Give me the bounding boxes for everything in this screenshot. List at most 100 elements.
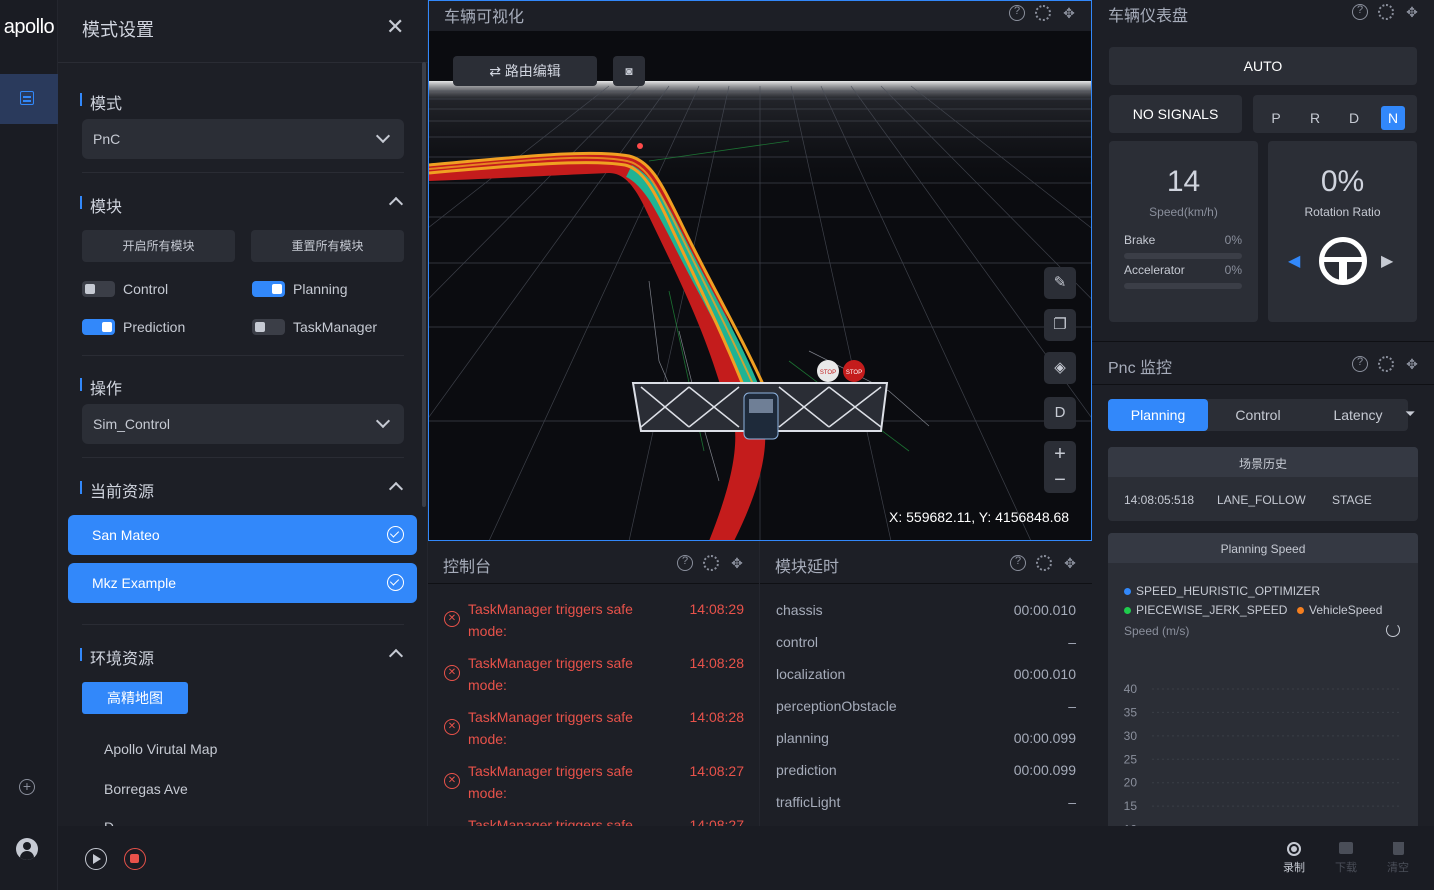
tab-latency[interactable]: Latency — [1308, 399, 1408, 431]
clear-button[interactable]: 清空 — [1384, 842, 1412, 875]
enable-all-modules-button[interactable]: 开启所有模块 — [82, 230, 235, 262]
env-item[interactable]: Apollo Virutal Map — [104, 741, 217, 757]
latency-row: trafficLight – — [776, 794, 1076, 810]
3d-scene[interactable]: STOP STOP — [429, 31, 1091, 541]
console-message-text: TaskManager triggers safe — [468, 817, 633, 826]
move-icon[interactable]: ✥ — [1404, 4, 1420, 20]
legend-dot — [1124, 588, 1131, 595]
close-icon[interactable]: ✕ — [386, 14, 404, 40]
operation-select[interactable]: Sim_Control — [82, 404, 404, 444]
view-mode-button[interactable]: D — [1044, 397, 1076, 429]
ruler-button[interactable]: ✎ — [1044, 267, 1076, 299]
resource-item-label: San Mateo — [92, 527, 160, 543]
chevron-down-icon — [375, 128, 391, 144]
chart-title: Planning Speed — [1220, 542, 1306, 556]
chevron-up-icon[interactable] — [388, 196, 404, 212]
driving-mode-badge: AUTO — [1109, 47, 1417, 85]
copy-button[interactable]: ❐ — [1044, 309, 1076, 341]
legend-item: VehicleSpeed — [1297, 603, 1382, 617]
camera-icon: ◙ — [625, 64, 633, 78]
planning-speed-card: Planning Speed SPEED_HEURISTIC_OPTIMIZER… — [1108, 533, 1418, 826]
hd-map-tab[interactable]: 高精地图 — [82, 682, 188, 714]
coordinate-readout: X: 559682.11, Y: 4156848.68 — [889, 509, 1070, 525]
legend-item: PIECEWISE_JERK_SPEED — [1124, 603, 1287, 617]
gear-icon[interactable] — [703, 555, 719, 571]
taskmanager-toggle[interactable] — [252, 319, 285, 335]
error-icon: ✕ — [444, 611, 460, 627]
stop-button[interactable] — [124, 848, 146, 870]
layers-button[interactable]: ◈ — [1044, 352, 1076, 384]
filter-icon[interactable]: ⏷ — [1405, 406, 1415, 422]
error-icon: ✕ — [444, 773, 460, 789]
control-toggle[interactable] — [82, 281, 115, 297]
scenario-history-title: 场景历史 — [1238, 457, 1287, 471]
move-icon[interactable]: ✥ — [1061, 5, 1077, 21]
move-icon[interactable]: ✥ — [1404, 356, 1420, 372]
control-toggle-label: Control — [123, 281, 169, 297]
latency-module: trafficLight — [776, 794, 841, 810]
tab-planning[interactable]: Planning — [1108, 399, 1208, 431]
move-icon[interactable]: ✥ — [729, 555, 745, 571]
gear-icon[interactable] — [1036, 555, 1052, 571]
add-circle-icon[interactable]: + — [19, 779, 35, 795]
mode-select-value: PnC — [93, 131, 121, 147]
gear-icon[interactable] — [1378, 356, 1394, 372]
brake-bar — [1124, 253, 1242, 259]
help-icon[interactable] — [1010, 555, 1026, 571]
rotation-value: 0% — [1320, 165, 1365, 198]
help-icon[interactable] — [677, 555, 693, 571]
ruler-icon: ✎ — [1053, 274, 1067, 291]
mode-settings-rail-button[interactable] — [0, 74, 58, 124]
gear-icon[interactable] — [1035, 5, 1051, 21]
resource-item[interactable]: Mkz Example — [68, 563, 417, 603]
check-circle-icon — [387, 574, 404, 591]
route-edit-label: 路由编辑 — [504, 63, 561, 79]
prediction-toggle[interactable] — [82, 319, 115, 335]
chevron-up-icon[interactable] — [388, 481, 404, 497]
console-message: ✕ TaskManager triggers safe mode: 14:08:… — [444, 598, 744, 652]
latency-value: 00:00.010 — [1013, 666, 1076, 682]
latency-row: planning 00:00.099 — [776, 730, 1076, 746]
chevron-up-icon[interactable] — [388, 648, 404, 664]
mode-select[interactable]: PnC — [82, 119, 404, 159]
rotation-label: Rotation Ratio — [1304, 205, 1381, 219]
screenshot-button[interactable]: ◙ — [613, 56, 645, 86]
scenario-time: 14:08:05:518 — [1124, 493, 1195, 507]
clear-label: 清空 — [1387, 862, 1409, 874]
error-icon: ✕ — [444, 719, 460, 735]
zoom-in-button[interactable]: + — [1044, 441, 1076, 467]
record-button[interactable]: 录制 — [1280, 842, 1308, 875]
zoom-out-button[interactable]: − — [1044, 467, 1076, 493]
legend-item: SPEED_HEURISTIC_OPTIMIZER — [1124, 584, 1320, 598]
arrow-left-icon: ◀ — [1288, 253, 1301, 270]
latency-value: 00:00.099 — [1013, 762, 1076, 778]
refresh-icon[interactable] — [1386, 623, 1400, 637]
download-button[interactable]: 下载 — [1332, 842, 1360, 875]
stop-sign-label: STOP — [820, 370, 836, 376]
accelerator-label: Accelerator — [1124, 263, 1185, 277]
move-icon[interactable]: ✥ — [1062, 555, 1078, 571]
route-edit-button[interactable]: ⇄ 路由编辑 — [453, 56, 597, 86]
console-message: ✕ TaskManager triggers safe mode: 14:08:… — [444, 760, 744, 814]
planning-toggle[interactable] — [252, 281, 285, 297]
accelerator-bar — [1124, 283, 1242, 289]
user-avatar-icon[interactable] — [16, 838, 38, 860]
bottom-bar: 录制 下载 清空 — [58, 826, 1434, 890]
gear-icon[interactable] — [1378, 4, 1394, 20]
reset-all-modules-button[interactable]: 重置所有模块 — [251, 230, 404, 262]
sidebar-scrollbar[interactable] — [422, 62, 426, 507]
resource-item[interactable]: San Mateo — [68, 515, 417, 555]
gear-n: N — [1381, 106, 1405, 130]
tab-control[interactable]: Control — [1208, 399, 1308, 431]
help-icon[interactable] — [1352, 4, 1368, 20]
help-icon[interactable] — [1352, 356, 1368, 372]
help-icon[interactable] — [1009, 5, 1025, 21]
env-item[interactable]: D... — [104, 819, 126, 826]
play-button[interactable] — [85, 848, 107, 870]
apollo-logo: apollo — [3, 16, 55, 38]
taskmanager-toggle-label: TaskManager — [293, 319, 378, 335]
latency-row: perceptionObstacle – — [776, 698, 1076, 714]
console-message-text: TaskManager triggers safe mode: — [468, 655, 633, 693]
env-item[interactable]: Borregas Ave — [104, 781, 188, 797]
console-message: ✕ TaskManager triggers safe mode: 14:08:… — [444, 652, 744, 706]
